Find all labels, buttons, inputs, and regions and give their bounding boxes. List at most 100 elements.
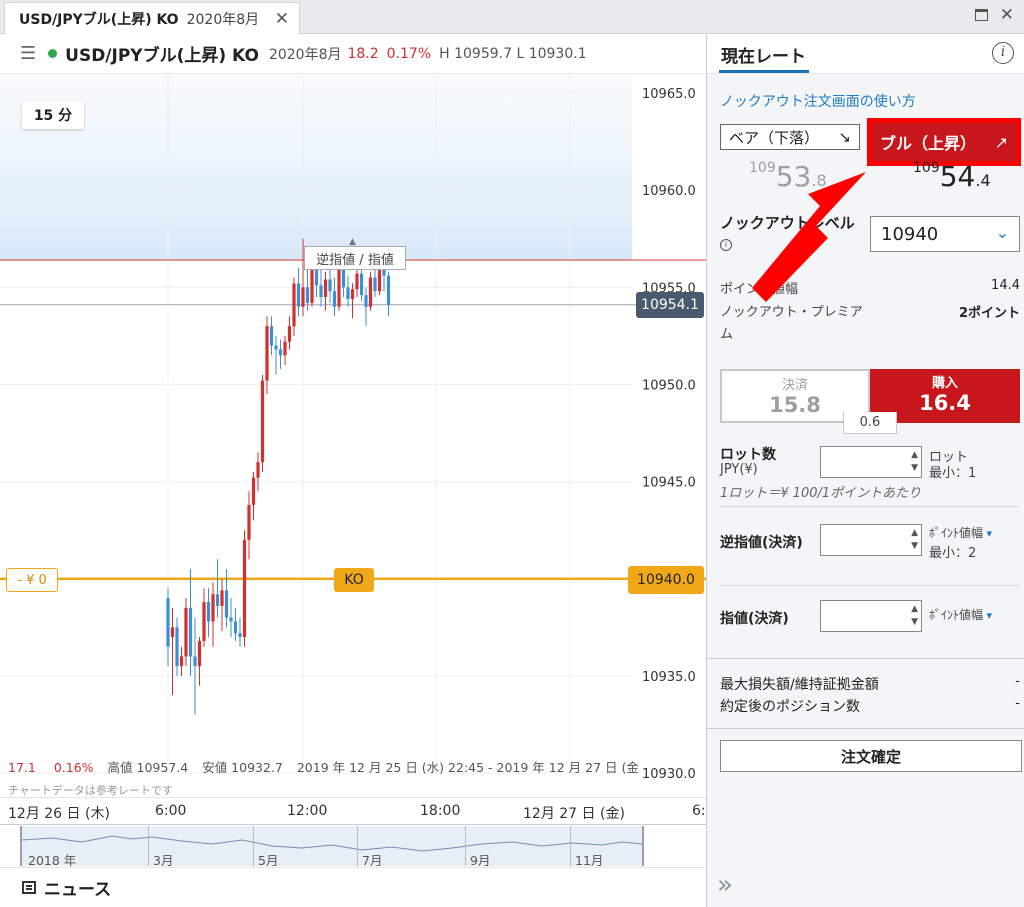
tab-bar: USD/JPYブル(上昇) KO 2020年8月 ✕ ✕ <box>0 0 1024 34</box>
candle-body <box>238 633 242 637</box>
chart-note: チャートデータは参考レートです <box>8 784 173 797</box>
candle-body <box>224 590 229 618</box>
ko-badge: KO <box>334 568 374 592</box>
x-label-3: 18:00 <box>420 803 461 819</box>
tab-usdjpy-bull-ko[interactable]: USD/JPYブル(上昇) KO 2020年8月 ✕ <box>4 2 300 34</box>
premium-value: 2ポイント <box>958 306 1020 321</box>
max-loss-label: 最大損失額/維持証拠金額 <box>720 677 879 693</box>
navigator-sparkline <box>22 835 642 852</box>
interval-badge[interactable]: 15 分 <box>22 101 84 129</box>
candle-body <box>197 640 202 667</box>
chevron-down-icon: ⌄ <box>995 223 1009 242</box>
tab-current-rate[interactable]: 現在レート <box>721 42 806 67</box>
candle-body <box>292 283 296 327</box>
bull-price-big: 54 <box>939 160 976 193</box>
candle-body <box>274 345 278 350</box>
lot-input[interactable]: ▲ ▼ <box>820 446 922 478</box>
candle-body <box>301 287 305 307</box>
ko-level-info-icon[interactable]: i <box>720 239 732 251</box>
news-bar[interactable]: ニュース <box>0 869 706 905</box>
bear-button[interactable]: ベア（下落） ↘ <box>720 124 860 150</box>
status-dot-icon <box>48 49 58 58</box>
tab-underline <box>719 70 809 73</box>
limit-unit: ﾎﾟｲﾝﾄ値幅 <box>929 608 984 622</box>
candle-body <box>229 617 233 622</box>
lot-min: 最小：1 <box>929 466 977 481</box>
candle-body <box>184 607 188 657</box>
spread-value: 0.6 <box>859 415 881 430</box>
positions-value: - <box>1015 696 1020 711</box>
limit-spinner-icon[interactable]: ▲ ▼ <box>911 603 918 629</box>
x-label-0: 12月 26 日 (木) <box>8 806 110 822</box>
collapse-panel-icon[interactable]: » <box>717 870 733 900</box>
stop-unit-select[interactable]: ﾎﾟｲﾝﾄ値幅 ▾ <box>929 524 992 541</box>
max-loss-value: - <box>1015 674 1020 689</box>
y-tick-label: 10935.0 <box>642 670 696 685</box>
order-tag[interactable]: 逆指値 / 指値 <box>304 246 406 270</box>
high-low: H 10959.7 L 10930.1 <box>439 45 587 62</box>
candle-body <box>233 621 238 634</box>
candle-body <box>332 291 337 307</box>
chart-header: ☰ USD/JPYブル(上昇) KO 2020年8月 18.2 0.17% H … <box>0 34 706 74</box>
candle-body <box>296 283 301 307</box>
candle-body <box>278 349 283 356</box>
symbol-name: USD/JPYブル(上昇) KO <box>65 46 259 66</box>
info-icon[interactable]: i <box>992 42 1014 64</box>
window-close-icon[interactable]: ✕ <box>1000 5 1014 25</box>
lot-sub: JPY(¥) <box>720 462 758 477</box>
x-label-4: 12月 27 日 (金) <box>523 806 625 822</box>
stop-min: 最小：2 <box>929 546 977 561</box>
candle-body <box>359 273 364 296</box>
hamburger-menu-icon[interactable]: ☰ <box>20 43 36 64</box>
candle-body <box>350 289 355 299</box>
maximize-icon[interactable] <box>975 9 988 21</box>
chevron-down-icon: ▾ <box>983 609 993 622</box>
up-right-arrow-icon: ↗ <box>994 132 1008 152</box>
current-price-tag: 10954.1 <box>636 292 704 318</box>
candle-body <box>179 656 184 667</box>
limit-input[interactable]: ▲ ▼ <box>820 600 922 632</box>
bull-price-dec: .4 <box>975 171 991 190</box>
ko-level-value: 10940 <box>881 223 939 245</box>
limit-label: 指値(決済) <box>720 611 789 627</box>
nav-divider-5 <box>570 826 571 866</box>
bear-price-big: 53 <box>775 160 812 193</box>
candle-body <box>328 279 332 292</box>
point-width-label: ポイント値幅 <box>720 282 799 297</box>
candle-body <box>170 627 175 637</box>
lot-label: ロット数 <box>720 447 776 463</box>
candle-body <box>323 279 328 297</box>
chevron-down-icon: ▾ <box>983 527 993 540</box>
separator-1 <box>720 506 1020 507</box>
stop-input[interactable]: ▲ ▼ <box>820 524 922 556</box>
separator-3 <box>707 658 1024 659</box>
stats-range: 2019 年 12 月 25 日 (水) 22:45 - 2019 年 12 月… <box>296 760 638 775</box>
ko-pl: - ¥ 0 <box>17 572 47 588</box>
nav-label-4: 9月 <box>470 853 491 868</box>
candle-body <box>220 590 224 606</box>
y-tick-label: 10960.0 <box>642 184 696 199</box>
contract-month: 2020年8月 <box>268 46 342 63</box>
ko-level-select[interactable]: 10940 ⌄ <box>870 216 1020 252</box>
separator-2 <box>720 585 1020 586</box>
x-axis: 12月 26 日 (木) 6:00 12:00 18:00 12月 27 日 (… <box>0 797 706 825</box>
stop-spinner-icon[interactable]: ▲ ▼ <box>911 527 918 553</box>
tab-close-icon[interactable]: ✕ <box>275 9 289 29</box>
price-chart[interactable]: 10965.010960.010955.010950.010945.010940… <box>0 75 706 905</box>
confirm-order-button[interactable]: 注文確定 <box>720 740 1022 772</box>
candles <box>166 238 391 715</box>
nav-divider-3 <box>357 826 358 866</box>
limit-unit-select[interactable]: ﾎﾟｲﾝﾄ値幅 ▾ <box>929 606 992 623</box>
howto-link[interactable]: ノックアウト注文画面の使い方 <box>720 91 916 111</box>
candle-body <box>188 607 193 657</box>
lot-spinner-icon[interactable]: ▲ ▼ <box>911 449 918 475</box>
candle-body <box>386 275 391 305</box>
order-panel-header: 現在レート i <box>707 34 1024 74</box>
candle-body <box>242 539 247 637</box>
bull-button[interactable]: ブル（上昇） ↗ <box>867 118 1021 166</box>
navigator[interactable]: 2018 年 3月 5月 7月 9月 11月 <box>0 826 706 868</box>
chart-stats: 17.1 0.16% 高値 10957.4 安値 10932.7 2019 年 … <box>8 757 638 776</box>
candle-body <box>265 326 269 381</box>
nav-label-3: 7月 <box>362 853 383 868</box>
nav-divider-4 <box>465 826 466 866</box>
